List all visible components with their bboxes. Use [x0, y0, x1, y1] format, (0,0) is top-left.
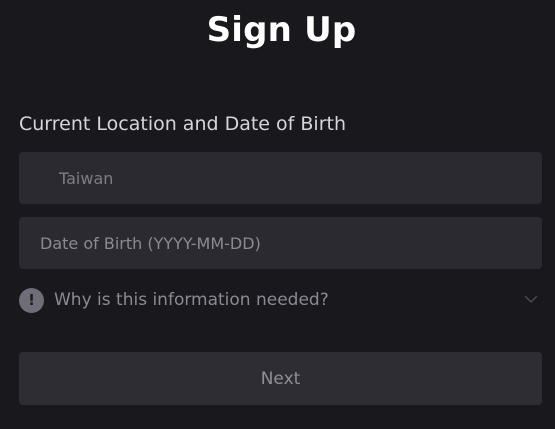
why-info-label: Why is this information needed? [54, 290, 329, 310]
page-title: Sign Up [206, 10, 357, 50]
section-label: Current Location and Date of Birth [19, 113, 347, 135]
country-select[interactable]: Taiwan [19, 152, 542, 204]
sign-up-page: Sign Up Current Location and Date of Bir… [0, 0, 555, 429]
exclamation-circle-icon: ! [19, 287, 44, 313]
date-of-birth-placeholder: Date of Birth (YYYY-MM-DD) [40, 233, 261, 253]
why-info-toggle[interactable]: ! Why is this information needed? [19, 287, 542, 313]
chevron-down-icon [524, 295, 538, 304]
next-button[interactable]: Next [19, 352, 542, 405]
country-value: Taiwan [59, 168, 114, 188]
date-of-birth-field[interactable]: Date of Birth (YYYY-MM-DD) [19, 217, 542, 269]
